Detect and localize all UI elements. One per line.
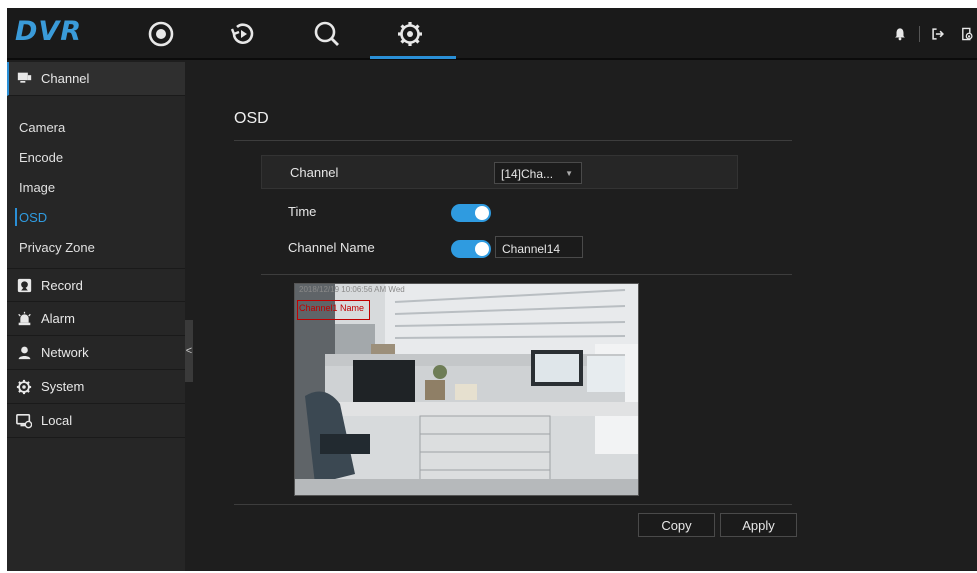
playback-button[interactable] [223, 14, 263, 54]
channel-name-toggle[interactable] [451, 240, 491, 258]
sidebar-group-label: System [41, 379, 85, 394]
sidebar-group-label: Channel [41, 71, 90, 86]
footer-divider [234, 504, 792, 505]
bell-icon[interactable] [890, 24, 910, 44]
sidebar-item-label: OSD [19, 209, 48, 225]
sidebar-group-label: Network [41, 345, 89, 360]
sidebar-item-encode[interactable]: Encode [7, 142, 185, 172]
lock-icon[interactable] [957, 24, 977, 44]
sidebar-group-label: Record [41, 277, 83, 293]
network-user-icon [15, 344, 33, 362]
channel-name-input[interactable] [495, 236, 583, 258]
chevron-down-icon: ▼ [565, 169, 573, 178]
sidebar-item-label: Encode [19, 149, 64, 165]
sidebar-item-osd[interactable]: OSD [7, 202, 185, 232]
sidebar-item-privacy-zone[interactable]: Privacy Zone [7, 232, 185, 262]
active-tab-indicator [370, 56, 456, 59]
sidebar-item-image[interactable]: Image [7, 172, 185, 202]
channel-row: Channel [14]Cha... ▼ [261, 155, 738, 189]
top-bar: DVR [7, 8, 977, 60]
page-title: OSD [234, 110, 269, 127]
toggle-knob [475, 206, 489, 220]
sidebar-group-label: Alarm [41, 311, 75, 326]
channel-name-overlay[interactable]: Channel1 Name [297, 300, 370, 320]
record-icon [15, 276, 33, 294]
channel-select-value: [14]Cha... [501, 167, 554, 181]
channel-label: Channel [290, 165, 339, 180]
time-label: Time [288, 204, 317, 219]
search-icon [314, 21, 339, 46]
live-view-button[interactable] [141, 14, 181, 54]
sidebar-group-channel[interactable]: Channel [7, 62, 185, 96]
settings-button[interactable] [390, 14, 430, 54]
gear-icon [398, 22, 422, 46]
channel-submenu: Camera Encode Image OSD Privacy Zone [7, 96, 185, 268]
sidebar-item-camera[interactable]: Camera [7, 112, 185, 142]
sidebar-item-label: Camera [19, 119, 66, 135]
channel-monitor-icon [15, 70, 33, 88]
time-toggle[interactable] [451, 204, 491, 222]
sidebar-item-label: Privacy Zone [19, 239, 95, 255]
toggle-knob [475, 242, 489, 256]
playback-icon [230, 23, 254, 44]
time-overlay-ghost: 2018/12/19 10:06:56 AM Wed [299, 285, 405, 294]
sidebar: Channel Camera Encode Image OSD Privacy … [7, 62, 185, 571]
apply-button[interactable]: Apply [720, 513, 797, 537]
sidebar-group-label: Local [41, 413, 73, 428]
sidebar-group-local[interactable]: Local [7, 404, 185, 438]
dvr-window: DVR Channel Camera Encode Image OSD Priv… [7, 8, 977, 571]
channel-select[interactable]: [14]Cha... ▼ [494, 162, 582, 184]
sidebar-item-label: Image [19, 179, 56, 195]
osd-settings-panel: OSD Channel [14]Cha... ▼ Time Channel Na… [193, 62, 977, 571]
sidebar-collapse-handle[interactable]: < [185, 320, 193, 382]
sidebar-group-alarm[interactable]: Alarm [7, 302, 185, 336]
local-icon [15, 412, 33, 430]
system-gear-icon [15, 378, 33, 396]
copy-button[interactable]: Copy [638, 513, 715, 537]
section-divider [261, 274, 792, 275]
title-divider [234, 140, 792, 141]
logout-icon[interactable] [928, 24, 948, 44]
sidebar-group-record[interactable]: Record [7, 268, 185, 302]
sidebar-group-network[interactable]: Network [7, 336, 185, 370]
alarm-icon [15, 310, 33, 328]
osd-preview[interactable]: 2018/12/19 10:06:56 AM Wed Channel1 Name [294, 283, 639, 496]
sidebar-group-system[interactable]: System [7, 370, 185, 404]
dvr-logo: DVR [15, 16, 83, 47]
topbar-divider [919, 26, 920, 42]
search-button[interactable] [307, 14, 347, 54]
channel-name-label: Channel Name [288, 240, 375, 255]
record-target-icon [148, 21, 174, 47]
